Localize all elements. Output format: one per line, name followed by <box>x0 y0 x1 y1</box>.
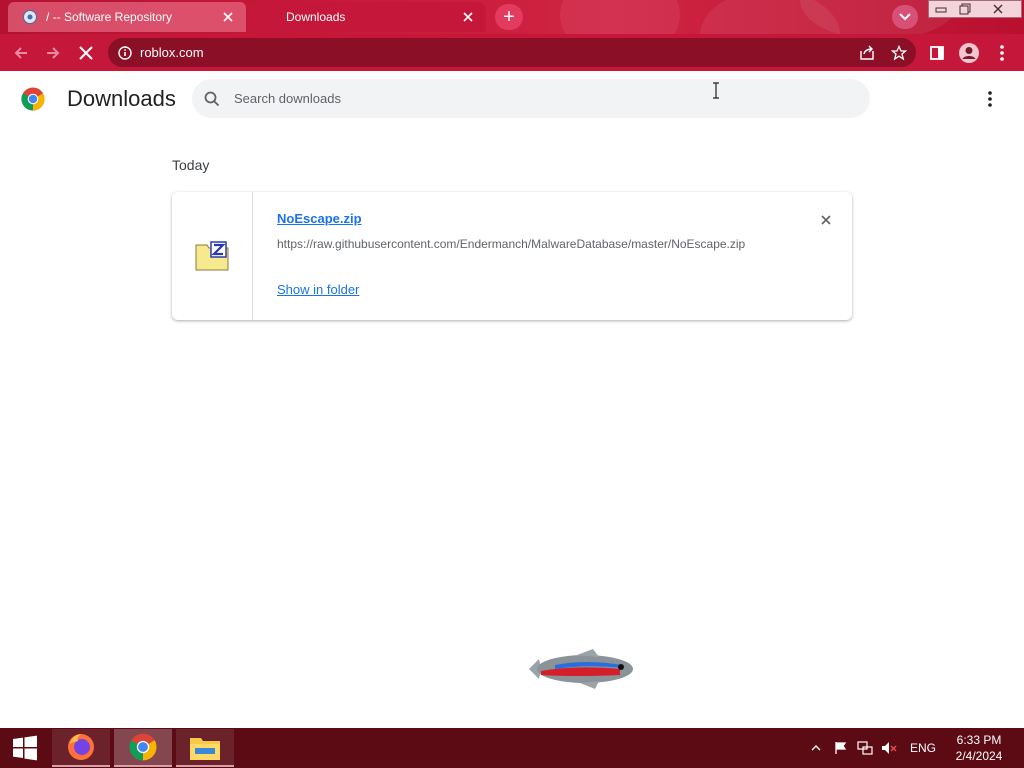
remove-download-button[interactable] <box>816 210 836 230</box>
downloads-favicon-icon <box>262 9 278 25</box>
taskbar-firefox[interactable] <box>52 729 110 767</box>
network-icon <box>857 741 873 755</box>
file-name-link[interactable]: NoEscape.zip <box>277 211 362 226</box>
forward-button[interactable] <box>40 40 66 66</box>
tab-title: / -- Software Repository <box>46 10 173 24</box>
clock-time: 6:33 PM <box>956 733 1002 747</box>
firefox-icon <box>68 734 94 760</box>
address-bar[interactable]: roblox.com <box>108 38 916 67</box>
chevron-down-icon <box>899 13 911 21</box>
show-in-folder-link[interactable]: Show in folder <box>277 282 359 297</box>
close-tab-icon[interactable] <box>220 9 236 25</box>
clock-date: 2/4/2024 <box>955 749 1003 763</box>
show-hidden-icons-button[interactable] <box>808 728 824 768</box>
close-icon <box>79 46 93 60</box>
back-arrow-icon <box>14 47 27 59</box>
taskbar: ENG 6:33 PM 2/4/2024 <box>0 728 1024 768</box>
stop-loading-button[interactable] <box>73 40 99 66</box>
chevron-up-icon <box>811 745 821 751</box>
page-title: Downloads <box>67 86 176 111</box>
search-input[interactable] <box>234 91 834 106</box>
taskbar-clock[interactable]: 6:33 PM 2/4/2024 <box>944 732 1014 764</box>
file-source-url[interactable]: https://raw.githubusercontent.com/Enderm… <box>277 237 772 251</box>
downloads-page: Downloads Today NoEscape.zip https://raw… <box>0 71 1024 728</box>
volume-muted-icon <box>882 742 897 754</box>
tab-downloads[interactable]: Downloads <box>248 2 486 32</box>
address-text: roblox.com <box>140 45 204 60</box>
profile-button[interactable] <box>956 40 982 66</box>
tab-software-repository[interactable]: / -- Software Repository <box>8 2 246 32</box>
browser-menu-button[interactable] <box>989 40 1015 66</box>
restore-button[interactable] <box>953 0 977 18</box>
web-favicon-icon <box>22 9 38 25</box>
zip-file-icon <box>195 241 229 271</box>
text-cursor-icon <box>713 82 719 99</box>
close-tab-icon[interactable] <box>460 9 476 25</box>
search-icon <box>204 91 220 106</box>
download-item: NoEscape.zip https://raw.githubuserconte… <box>172 192 852 320</box>
taskbar-chrome[interactable] <box>114 729 172 767</box>
file-icon-cell <box>172 192 253 320</box>
close-icon <box>821 215 831 225</box>
minimize-button[interactable] <box>929 0 953 18</box>
action-center-flag[interactable] <box>830 728 852 768</box>
side-panel-button[interactable] <box>924 40 950 66</box>
tab-title: Downloads <box>286 10 346 24</box>
input-language[interactable]: ENG <box>904 728 942 768</box>
taskbar-file-explorer[interactable] <box>176 729 234 767</box>
forward-arrow-icon <box>47 47 60 59</box>
fish-icon <box>529 649 633 689</box>
tab-search-button[interactable] <box>892 5 918 29</box>
downloads-menu-button[interactable] <box>980 89 1000 109</box>
avatar-icon <box>959 43 979 63</box>
network-status[interactable] <box>854 728 876 768</box>
date-group-label: Today <box>172 157 210 173</box>
bookmark-star-icon[interactable] <box>888 42 910 64</box>
file-explorer-icon <box>190 738 220 760</box>
side-panel-icon <box>930 46 944 60</box>
chrome-logo-icon <box>21 87 45 111</box>
back-button[interactable] <box>8 40 34 66</box>
info-icon[interactable] <box>118 45 132 60</box>
tab-strip: / -- Software Repository Downloads + <box>0 0 1024 34</box>
downloads-header: Downloads <box>0 71 1024 127</box>
volume-status[interactable] <box>878 728 900 768</box>
share-icon[interactable] <box>856 42 878 64</box>
search-downloads-field[interactable] <box>192 79 870 118</box>
flag-icon <box>835 742 847 754</box>
new-tab-button[interactable]: + <box>495 4 523 30</box>
browser-toolbar: roblox.com <box>0 34 1024 71</box>
close-window-button[interactable] <box>986 0 1010 18</box>
windows-logo-icon <box>13 735 37 761</box>
chrome-icon <box>129 733 157 761</box>
more-vert-icon <box>988 91 992 107</box>
start-button[interactable] <box>0 728 50 768</box>
more-vert-icon <box>1000 45 1004 61</box>
